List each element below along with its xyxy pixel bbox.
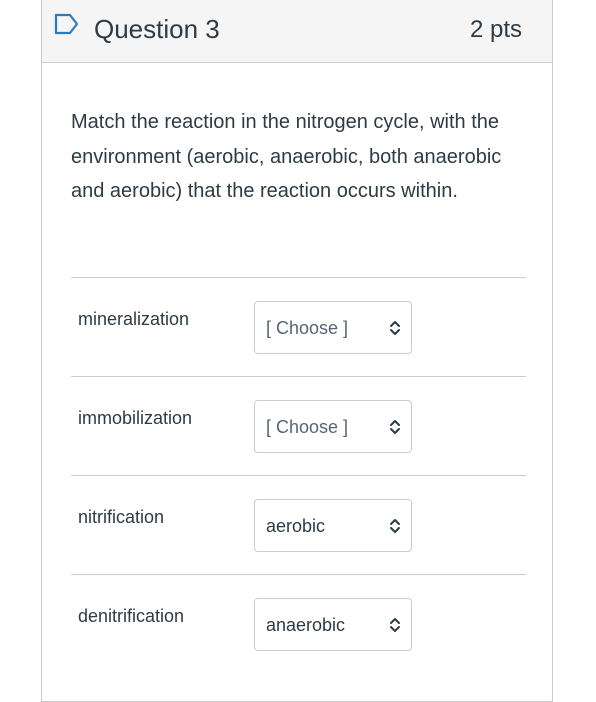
match-label: mineralization (78, 309, 190, 329)
match-row: immobilization [ Choose ] (71, 376, 526, 475)
answer-select-value: anaerobic (266, 615, 346, 635)
match-row: nitrification aerobic (71, 475, 526, 574)
match-row: denitrification anaerobic (71, 574, 526, 673)
match-label: nitrification (78, 507, 165, 527)
answer-select-value: aerobic (266, 516, 326, 536)
question-points: 2 pts (469, 16, 522, 43)
answer-select[interactable]: anaerobic (254, 598, 412, 651)
answer-select[interactable]: aerobic (254, 499, 412, 552)
chevron-updown-icon (390, 321, 400, 335)
question-prompt: Match the reaction in the nitrogen cycle… (71, 111, 502, 202)
answer-select-value: [ Choose ] (266, 318, 349, 338)
answer-select[interactable]: [ Choose ] (254, 400, 412, 453)
chevron-updown-icon (390, 618, 400, 632)
match-row: mineralization [ Choose ] (71, 277, 526, 376)
question-header: Question 3 2 pts (42, 0, 552, 63)
match-label: immobilization (78, 408, 193, 428)
bookmark-flag-icon[interactable] (54, 13, 80, 35)
answer-select-value: [ Choose ] (266, 417, 349, 437)
chevron-updown-icon (390, 420, 400, 434)
question-card: Question 3 2 pts Match the reaction in t… (41, 0, 553, 702)
chevron-updown-icon (390, 519, 400, 533)
answer-select[interactable]: [ Choose ] (254, 301, 412, 354)
question-title: Question 3 (94, 14, 220, 44)
match-label: denitrification (78, 606, 185, 626)
